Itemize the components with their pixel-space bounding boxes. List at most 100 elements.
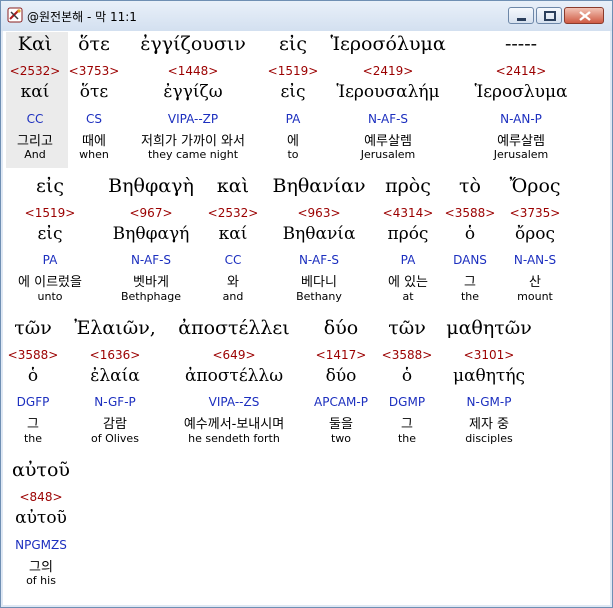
greek-word[interactable]: δύο <box>324 317 358 339</box>
parsing-code: VIPA--ZS <box>208 395 260 409</box>
maximize-icon <box>544 11 556 21</box>
strong-number[interactable]: <1519> <box>25 206 76 220</box>
english-gloss: disciples <box>465 432 513 445</box>
greek-word[interactable]: τὸ <box>459 175 481 197</box>
strong-number[interactable]: <3588> <box>382 348 433 362</box>
parsing-code: N-AF-S <box>367 112 409 126</box>
english-gloss: the <box>23 432 43 445</box>
close-button[interactable] <box>564 7 604 24</box>
lexical-form: ἐλαία <box>90 366 140 386</box>
parsing-code: N-GF-P <box>94 395 136 409</box>
strong-number[interactable]: <2414> <box>496 64 547 78</box>
lexical-form: εἰς <box>280 82 306 102</box>
korean-gloss: 감람 <box>103 417 127 432</box>
strong-number[interactable]: <848> <box>19 490 62 504</box>
parsing-code: N-AF-S <box>130 253 172 267</box>
english-gloss: And <box>24 148 46 161</box>
greek-word[interactable]: Ἱεροσόλυμα <box>330 33 445 55</box>
strong-number[interactable]: <4314> <box>383 206 434 220</box>
lexical-form: αὐτοῦ <box>15 508 67 528</box>
greek-word[interactable]: μαθητῶν <box>446 317 532 339</box>
greek-word[interactable]: Βηθφαγὴ <box>108 175 194 197</box>
greek-word[interactable]: Ὄρος <box>509 175 560 197</box>
lexical-form: εἰς <box>37 224 63 244</box>
english-gloss: he sendeth forth <box>188 432 280 445</box>
strong-number[interactable]: <967> <box>129 206 172 220</box>
parsing-code: CC <box>224 253 242 267</box>
english-gloss: at <box>402 290 414 303</box>
strong-number[interactable]: <3588> <box>8 348 59 362</box>
parsing-code: DGMP <box>388 395 426 409</box>
english-gloss: they came night <box>147 148 239 161</box>
greek-word[interactable]: ἐγγίζουσιν <box>140 33 246 55</box>
greek-word[interactable]: Καὶ <box>18 33 52 55</box>
lexical-form: Ἱερουσαλήμ <box>336 82 440 102</box>
parsing-code: N-GM-P <box>466 395 512 409</box>
lexical-form: ὅτε <box>79 82 109 102</box>
strong-number[interactable]: <1519> <box>268 64 319 78</box>
strong-number[interactable]: <3588> <box>445 206 496 220</box>
strong-number[interactable]: <2532> <box>10 64 61 78</box>
greek-word[interactable]: τῶν <box>14 317 52 339</box>
interlinear-window: @원전본해 - 막 11:1 Καὶ <2532> καί CC 그리고 And… <box>0 0 613 608</box>
maximize-button[interactable] <box>536 7 562 24</box>
parsing-code: CC <box>26 112 44 126</box>
strong-number[interactable]: <1448> <box>168 64 219 78</box>
strong-number[interactable]: <1417> <box>316 348 367 362</box>
greek-word[interactable]: εἰς <box>279 33 307 55</box>
strong-number[interactable]: <2419> <box>363 64 414 78</box>
lexical-form: ὁ <box>464 224 476 244</box>
english-gloss: Bethphage <box>120 290 182 303</box>
greek-word[interactable]: ὅτε <box>78 33 110 55</box>
korean-gloss: 그리고 <box>17 134 53 149</box>
lexical-form: Βηθφαγή <box>112 224 190 244</box>
title-bar[interactable]: @원전본해 - 막 11:1 <box>1 1 612 31</box>
korean-gloss: 벳바게 <box>133 275 169 290</box>
strong-number[interactable]: <963> <box>297 206 340 220</box>
greek-word[interactable]: καὶ <box>217 175 249 197</box>
korean-gloss: 그의 <box>29 560 53 575</box>
english-gloss: unto <box>37 290 63 303</box>
lexical-form: καί <box>20 82 50 102</box>
parsing-code: PA <box>42 253 58 267</box>
greek-word[interactable]: τῶν <box>388 317 426 339</box>
strong-number[interactable]: <1636> <box>90 348 141 362</box>
lexical-form: ὄρος <box>515 224 555 244</box>
greek-word[interactable]: εἰς <box>36 175 64 197</box>
korean-gloss: 그 <box>401 417 413 432</box>
lexical-form: ἐγγίζω <box>163 82 223 102</box>
minimize-button[interactable] <box>508 7 534 24</box>
english-gloss: of his <box>26 574 56 587</box>
strong-number[interactable]: <649> <box>212 348 255 362</box>
english-gloss: the <box>397 432 417 445</box>
greek-word[interactable]: πρὸς <box>385 175 431 197</box>
strong-number[interactable]: <2532> <box>208 206 259 220</box>
greek-word[interactable]: Βηθανίαν <box>273 175 366 197</box>
greek-word[interactable]: ἀποστέλλει <box>178 317 289 339</box>
strong-number[interactable]: <3753> <box>69 64 120 78</box>
parsing-code: CS <box>86 112 102 126</box>
lexical-form: ὁ <box>27 366 39 386</box>
english-gloss: Jerusalem <box>493 148 549 161</box>
english-gloss: of Olives <box>91 432 139 445</box>
bible-app-icon <box>7 7 23 23</box>
close-icon <box>579 11 591 21</box>
lexical-form: ὁ <box>401 366 413 386</box>
greek-word[interactable]: Ἐλαιῶν, <box>74 317 156 339</box>
lexical-form: Βηθανία <box>282 224 356 244</box>
interlinear-view: Καὶ <2532> καί CC 그리고 And ὅτε <3753> ὅτε… <box>3 31 610 605</box>
strong-number[interactable]: <3101> <box>464 348 515 362</box>
korean-gloss: 에 있는 <box>387 275 429 290</box>
korean-gloss: 그 <box>464 275 476 290</box>
greek-word[interactable]: αὐτοῦ <box>12 459 70 481</box>
korean-gloss: 에 <box>287 134 299 149</box>
korean-gloss: 베다니 <box>301 275 337 290</box>
korean-gloss: 둘을 <box>329 417 353 432</box>
window-title: @원전본해 - 막 11:1 <box>27 10 137 24</box>
parsing-code: PA <box>400 253 416 267</box>
strong-number[interactable]: <3735> <box>510 206 561 220</box>
korean-gloss: 예루살렘 <box>364 134 412 149</box>
greek-word[interactable]: ----- <box>505 33 537 55</box>
lexical-form: καί <box>218 224 248 244</box>
english-gloss: Bethany <box>296 290 342 303</box>
